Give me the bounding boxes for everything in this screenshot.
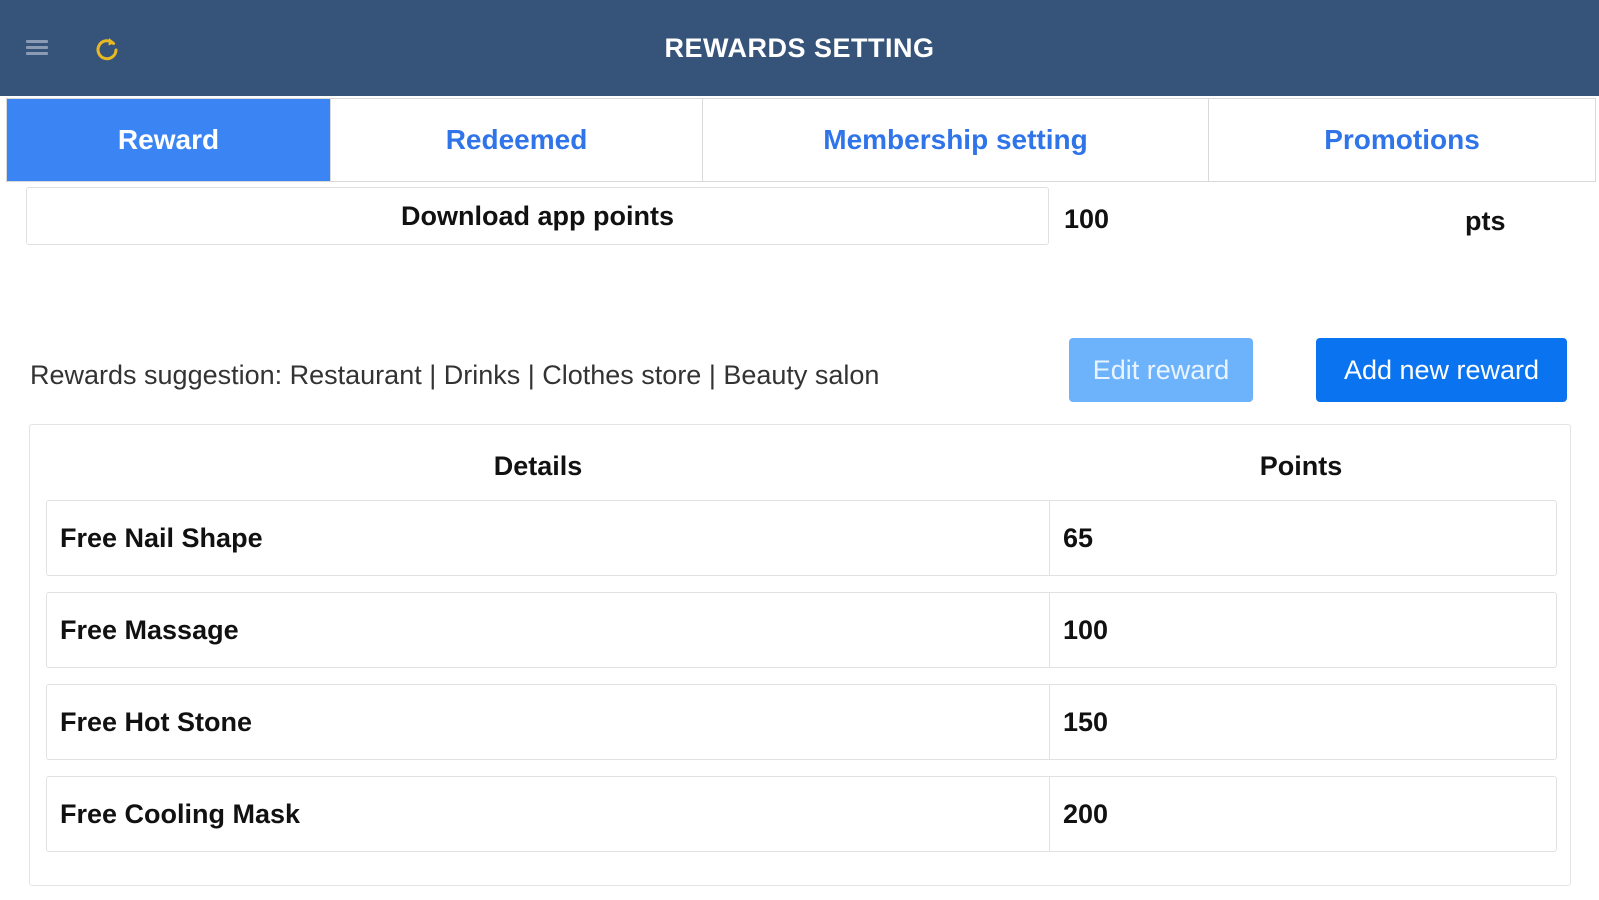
rewards-table: Details Points Free Nail Shape 65 Free M… [29, 424, 1571, 886]
hamburger-menu-icon[interactable] [26, 40, 48, 56]
reward-details-cell: Free Nail Shape [47, 501, 1050, 575]
tab-promotions[interactable]: Promotions [1209, 99, 1595, 181]
page-title: REWARDS SETTING [664, 32, 935, 63]
table-row[interactable]: Free Hot Stone 150 [46, 684, 1557, 760]
edit-reward-button[interactable]: Edit reward [1069, 338, 1253, 402]
app-header: REWARDS SETTING [0, 0, 1599, 96]
table-row[interactable]: Free Nail Shape 65 [46, 500, 1557, 576]
table-row[interactable]: Free Cooling Mask 200 [46, 776, 1557, 852]
table-header: Details Points [30, 451, 1570, 491]
refresh-icon[interactable] [92, 34, 122, 64]
reward-points-cell: 100 [1063, 614, 1109, 645]
tab-redeemed[interactable]: Redeemed [331, 99, 703, 181]
reward-points-cell: 65 [1063, 522, 1094, 553]
column-header-points: Points [1259, 451, 1343, 481]
points-unit-label: pts [1465, 206, 1506, 236]
download-app-points-label: Download app points [26, 187, 1049, 245]
table-row[interactable]: Free Massage 100 [46, 592, 1557, 668]
reward-details-cell: Free Cooling Mask [47, 777, 1050, 851]
add-new-reward-button[interactable]: Add new reward [1316, 338, 1567, 402]
tab-reward[interactable]: Reward [7, 99, 331, 181]
reward-details-cell: Free Hot Stone [47, 685, 1050, 759]
reward-details-cell: Free Massage [47, 593, 1050, 667]
column-header-details: Details [493, 451, 583, 481]
reward-points-cell: 200 [1063, 798, 1109, 829]
tab-membership-setting[interactable]: Membership setting [703, 99, 1209, 181]
download-app-points-input[interactable] [1064, 204, 1324, 235]
tab-bar: Reward Redeemed Membership setting Promo… [6, 98, 1596, 182]
reward-points-cell: 150 [1063, 706, 1109, 737]
rewards-suggestion-text: Rewards suggestion: Restaurant | Drinks … [30, 360, 880, 390]
